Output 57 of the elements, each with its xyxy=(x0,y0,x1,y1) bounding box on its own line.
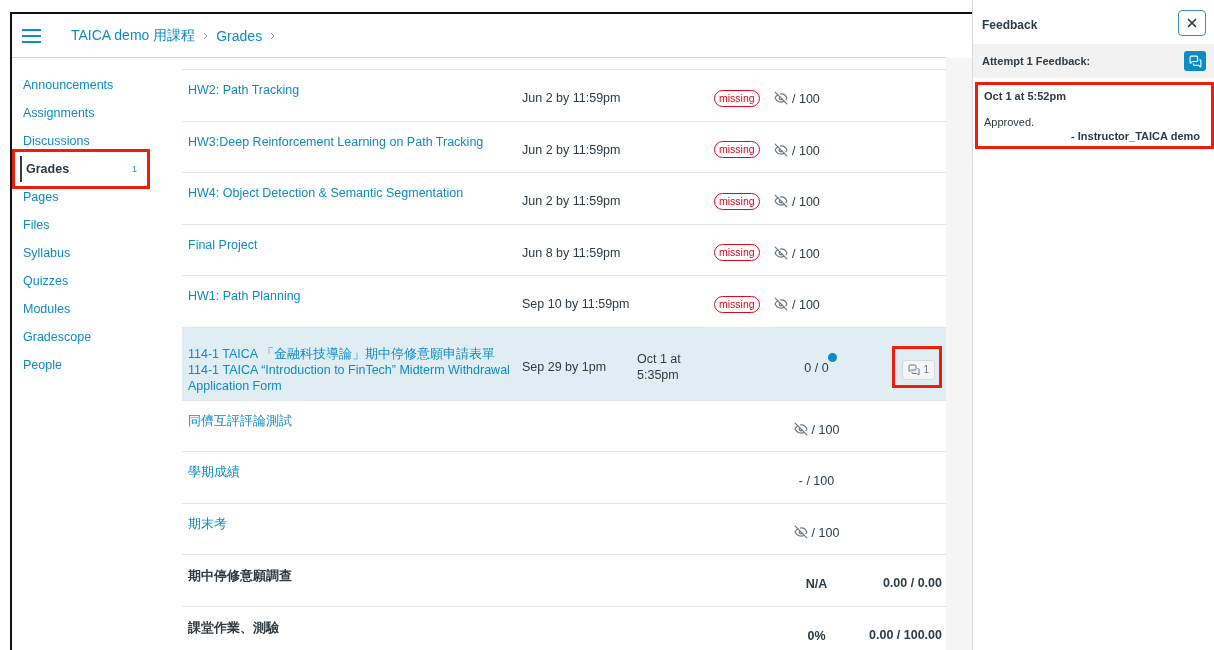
breadcrumb-link[interactable]: Grades xyxy=(216,27,263,44)
score: / 100 xyxy=(792,194,820,210)
breadcrumb-link[interactable]: TAICA demo 用課程 xyxy=(71,26,196,45)
sidebar-item[interactable]: People xyxy=(12,351,150,379)
sidebar-item[interactable]: Syllabus xyxy=(12,239,150,267)
close-icon xyxy=(1185,16,1199,30)
score: / 100 xyxy=(792,297,820,313)
score: 0 / 0 xyxy=(804,358,829,375)
chevron-icon xyxy=(270,31,276,40)
points-total: 0.00 / 0.00 xyxy=(882,576,942,591)
comments-button[interactable] xyxy=(1184,51,1206,71)
assignment-link[interactable]: 期末考 xyxy=(182,503,522,532)
group-title: 課堂作業、測驗 xyxy=(187,619,280,636)
sidebar-item[interactable]: Files xyxy=(12,211,150,239)
submitted-date: Oct 1 at 5:35pm xyxy=(637,350,682,383)
score: N/A xyxy=(805,576,828,592)
score: - / 100 xyxy=(798,473,835,489)
points-total: 0.00 / 100.00 xyxy=(869,627,942,642)
comments-icon xyxy=(1188,54,1202,68)
due-date: Jun 2 by 11:59pm xyxy=(522,141,622,158)
assignment-link[interactable]: 114-1 TAICA 「金融科技導論」期中停修意願申請表單 114-1 TAICA “Introduction to FinTech” Midterm Withdrawal Application Form xyxy=(182,333,522,394)
comments-icon xyxy=(908,363,921,376)
menu-icon[interactable] xyxy=(22,28,41,43)
comments-button[interactable]: 1 xyxy=(902,359,935,380)
due-date: Jun 2 by 11:59pm xyxy=(522,90,622,107)
sidebar-item[interactable]: Assignments xyxy=(12,99,150,127)
comment-text: Approved. xyxy=(984,116,1036,128)
assignment-link[interactable]: HW3:Deep Reinforcement Learning on Path Tracking xyxy=(182,121,522,150)
assignment-link[interactable]: HW4: Object Detection & Semantic Segmentation xyxy=(182,173,522,201)
comment-date: Oct 1 at 5:52pm xyxy=(984,90,1067,102)
assignment-link[interactable]: HW1: Path Planning xyxy=(182,276,522,304)
sidebar-item[interactable]: Modules xyxy=(12,295,150,323)
score: 0% xyxy=(807,627,826,643)
score: / 100 xyxy=(811,524,840,540)
assignment-link[interactable]: Final Project xyxy=(182,224,522,253)
unread-count: 1 xyxy=(132,164,137,174)
assignment-link[interactable]: 學期成績 xyxy=(182,452,522,480)
comment-author: - Instructor_TAICA demo xyxy=(1071,130,1200,142)
sidebar-item[interactable]: Gradescope xyxy=(12,323,150,351)
due-date: Sep 10 by 11:59pm xyxy=(522,296,631,313)
score: / 100 xyxy=(792,142,820,158)
chevron-icon xyxy=(203,31,209,40)
sidebar-item[interactable]: Announcements xyxy=(12,71,150,99)
close-button[interactable] xyxy=(1178,10,1206,36)
attempt-label: Attempt 1 Feedback: xyxy=(982,55,1091,67)
score: / 100 xyxy=(811,421,840,437)
due-date: Jun 2 by 11:59pm xyxy=(522,193,622,210)
due-date: Sep 29 by 1pm xyxy=(522,358,608,375)
group-title: 期中停修意願調查 xyxy=(187,568,293,584)
score: / 100 xyxy=(792,245,820,261)
due-date: Jun 8 by 11:59pm xyxy=(522,244,622,261)
sidebar-item[interactable]: Grades 1 xyxy=(12,149,150,189)
panel-title: Feedback xyxy=(982,17,1038,32)
assignment-link[interactable]: HW2: Path Tracking xyxy=(182,70,522,98)
sidebar-item[interactable]: Quizzes xyxy=(12,267,150,295)
assignment-link[interactable]: 同儕互評評論測試 xyxy=(182,400,522,429)
score: / 100 xyxy=(792,91,820,107)
